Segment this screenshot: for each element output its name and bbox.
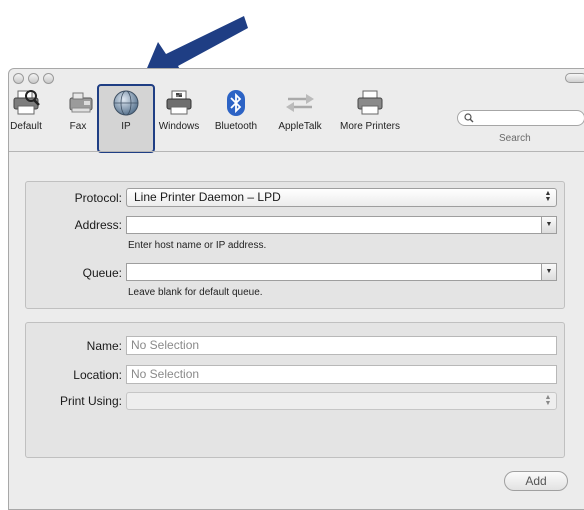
minimize-window-button[interactable] bbox=[28, 73, 39, 84]
search-label: Search bbox=[499, 133, 531, 144]
fax-icon bbox=[63, 87, 99, 119]
printer-browser-window: Default Fax IP Windows Bluetooth AppleTa… bbox=[8, 68, 584, 510]
add-button[interactable]: Add bbox=[504, 471, 568, 491]
close-window-button[interactable] bbox=[13, 73, 24, 84]
toolbar-label-default: Default bbox=[10, 121, 42, 132]
address-hint: Enter host name or IP address. bbox=[128, 240, 267, 251]
toolbar-windows[interactable]: Windows bbox=[155, 87, 203, 132]
toolbar-default[interactable]: Default bbox=[3, 87, 49, 132]
toolbar-bluetooth[interactable]: Bluetooth bbox=[209, 87, 263, 132]
toolbar-more-printers[interactable]: More Printers bbox=[336, 87, 404, 132]
toolbar-divider bbox=[9, 151, 584, 152]
title-bar bbox=[9, 69, 584, 85]
appletalk-icon bbox=[282, 87, 318, 119]
chevron-down-icon[interactable]: ▼ bbox=[541, 217, 556, 233]
globe-icon bbox=[108, 87, 144, 119]
toolbar-ip[interactable]: IP bbox=[104, 87, 148, 132]
popup-arrows-icon: ▲ ▼ bbox=[544, 394, 552, 407]
toolbar-fax[interactable]: Fax bbox=[63, 87, 93, 132]
name-field[interactable]: No Selection bbox=[126, 336, 557, 355]
printer-info-box: Name: No Selection Location: No Selectio… bbox=[25, 322, 565, 458]
address-label: Address: bbox=[74, 218, 122, 232]
protocol-popup[interactable]: Line Printer Daemon – LPD ▲ ▼ bbox=[126, 188, 557, 207]
toolbar-appletalk[interactable]: AppleTalk bbox=[271, 87, 329, 132]
protocol-label: Protocol: bbox=[74, 191, 122, 205]
location-label: Location: bbox=[73, 368, 122, 382]
print-using-label: Print Using: bbox=[59, 394, 122, 408]
toolbar-label-windows: Windows bbox=[158, 121, 200, 132]
default-printer-icon bbox=[8, 87, 44, 119]
toolbar-label-bluetooth: Bluetooth bbox=[214, 121, 258, 132]
toolbar-toggle-button[interactable] bbox=[565, 73, 584, 83]
popup-arrows-icon: ▲ ▼ bbox=[544, 190, 552, 203]
print-using-popup[interactable]: ▲ ▼ bbox=[126, 392, 557, 410]
magnifier-icon bbox=[464, 113, 474, 123]
chevron-down-icon[interactable]: ▼ bbox=[541, 264, 556, 280]
protocol-value: Line Printer Daemon – LPD bbox=[134, 190, 281, 204]
name-label: Name: bbox=[86, 339, 122, 353]
toolbar-label-appletalk: AppleTalk bbox=[278, 121, 322, 132]
windows-printer-icon bbox=[161, 87, 197, 119]
location-field[interactable]: No Selection bbox=[126, 365, 557, 384]
toolbar-label-more-printers: More Printers bbox=[339, 121, 400, 132]
toolbar-label-ip: IP bbox=[121, 121, 131, 132]
address-value bbox=[127, 217, 131, 231]
queue-value bbox=[127, 264, 131, 278]
address-combo[interactable]: ▼ bbox=[126, 216, 557, 234]
queue-hint: Leave blank for default queue. bbox=[128, 287, 263, 298]
search-input[interactable] bbox=[457, 110, 584, 126]
toolbar-label-fax: Fax bbox=[69, 121, 87, 132]
connection-settings-box: Protocol: Line Printer Daemon – LPD ▲ ▼ A… bbox=[25, 181, 565, 309]
queue-combo[interactable]: ▼ bbox=[126, 263, 557, 281]
bluetooth-icon bbox=[218, 87, 254, 119]
more-printers-icon bbox=[352, 87, 388, 119]
zoom-window-button[interactable] bbox=[43, 73, 54, 84]
queue-label: Queue: bbox=[82, 266, 122, 280]
